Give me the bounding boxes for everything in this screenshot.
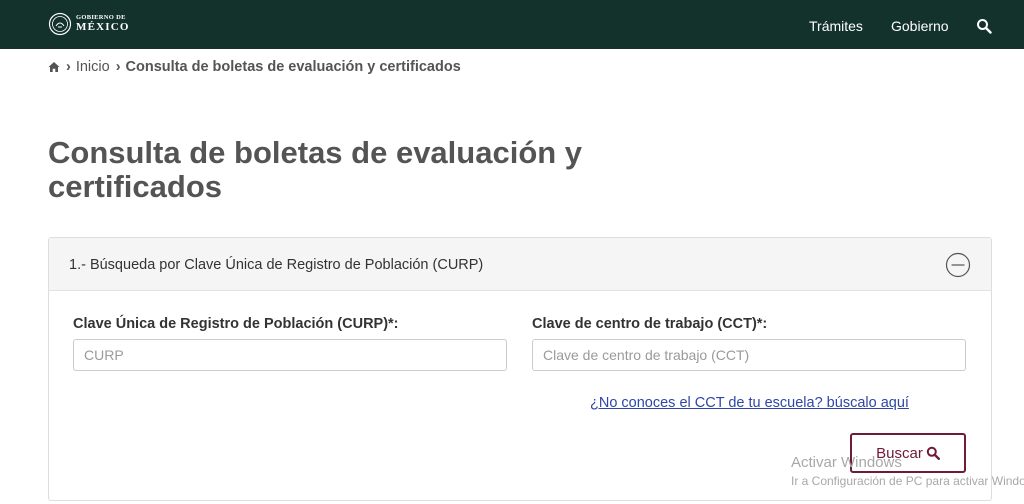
nav-link-gobierno[interactable]: Gobierno xyxy=(891,18,949,34)
page-title: Consulta de boletas de evaluación y cert… xyxy=(48,135,583,204)
curp-label: Clave Única de Registro de Población (CU… xyxy=(73,316,399,332)
breadcrumb-separator-icon: › xyxy=(115,59,121,75)
top-navbar: GOBIERNO DE MÉXICO Trámites Gobierno xyxy=(0,0,1024,49)
gobierno-logo[interactable]: GOBIERNO DE MÉXICO xyxy=(48,12,130,36)
minus-circle-icon[interactable] xyxy=(945,252,971,278)
cct-input[interactable] xyxy=(532,339,966,371)
breadcrumb-link-inicio[interactable]: Inicio xyxy=(76,58,110,76)
activation-watermark-subtitle: Ir a Configuración de PC para activar Wi… xyxy=(791,474,1024,488)
cct-label: Clave de centro de trabajo (CCT)*: xyxy=(532,316,768,332)
logo-bottom-text: MÉXICO xyxy=(76,21,130,34)
cct-help-link[interactable]: ¿No conoces el CCT de tu escuela? búscal… xyxy=(590,394,909,412)
eagle-seal-icon xyxy=(48,12,72,36)
panel-header[interactable]: 1.- Búsqueda por Clave Única de Registro… xyxy=(49,238,991,291)
activation-watermark-title: Activar Windows xyxy=(791,454,902,471)
home-icon[interactable] xyxy=(48,61,60,73)
curp-input[interactable] xyxy=(73,339,507,371)
search-icon xyxy=(926,446,940,460)
logo-text: GOBIERNO DE MÉXICO xyxy=(76,14,130,34)
breadcrumb: › Inicio › Consulta de boletas de evalua… xyxy=(48,58,461,76)
nav-link-tramites[interactable]: Trámites xyxy=(809,18,863,34)
panel-title: 1.- Búsqueda por Clave Única de Registro… xyxy=(69,257,484,273)
breadcrumb-separator-icon: › xyxy=(66,59,71,75)
search-icon[interactable] xyxy=(976,18,992,34)
breadcrumb-current: Consulta de boletas de evaluación y cert… xyxy=(125,59,461,75)
